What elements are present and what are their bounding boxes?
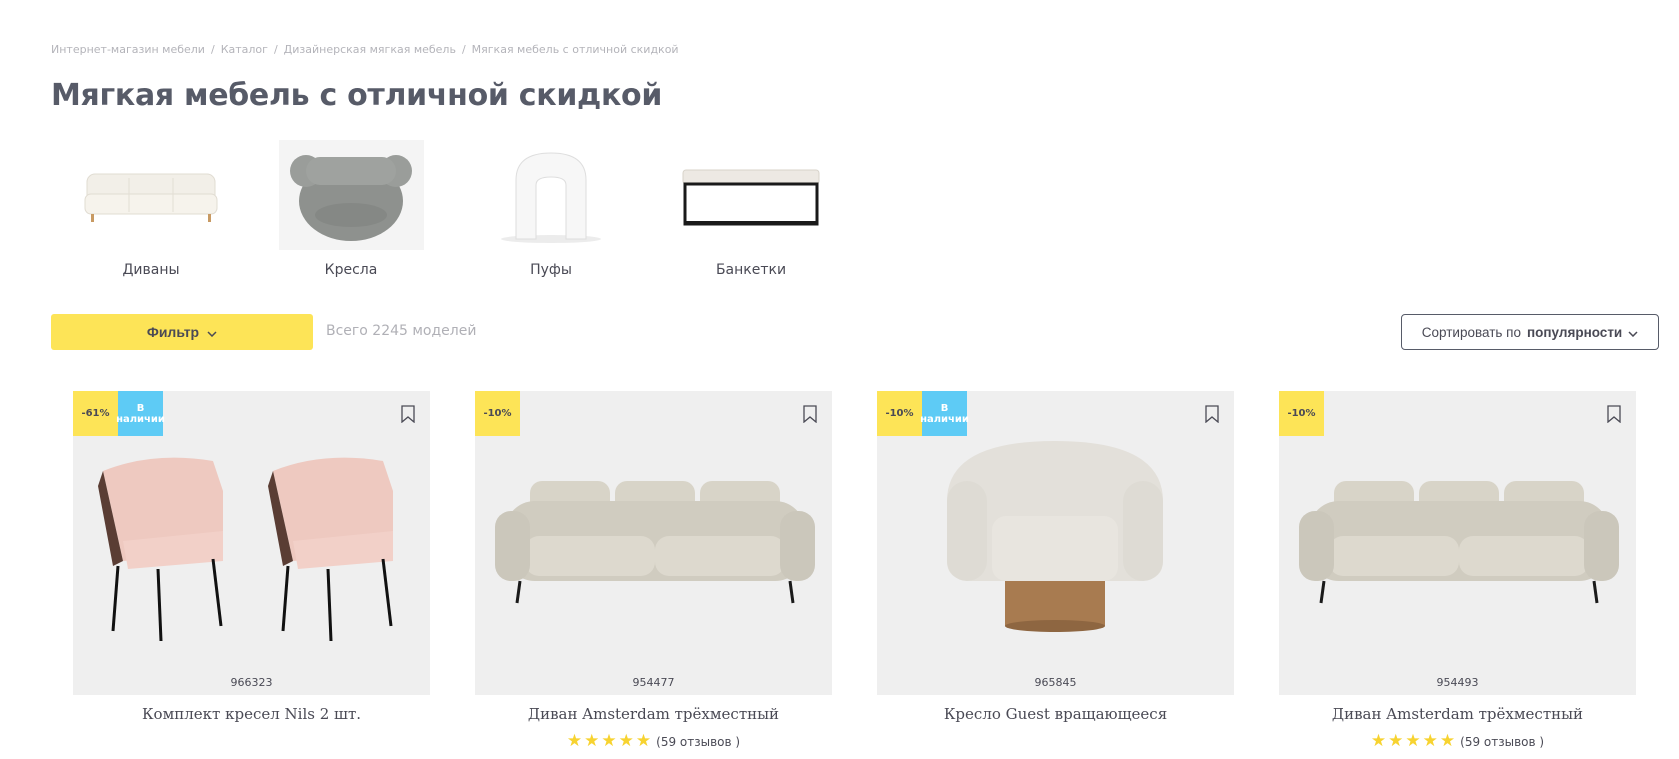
- sort-value: популярности: [1527, 324, 1623, 340]
- category-sofas[interactable]: Диваны: [51, 140, 251, 278]
- badge-group: -10%: [475, 391, 520, 436]
- product-title[interactable]: Диван Amsterdam трёхместный: [475, 705, 832, 723]
- breadcrumb: Интернет-магазин мебели / Каталог / Диза…: [51, 43, 679, 56]
- product-rating[interactable]: ★ ★ ★ ★ ★ (59 отзывов ): [1279, 733, 1636, 750]
- swivel-armchair-image: [947, 441, 1163, 632]
- category-poufs[interactable]: Пуфы: [451, 140, 651, 278]
- in-stock-badge: В наличии: [920, 391, 969, 436]
- filter-button-label: Фильтр: [146, 324, 200, 340]
- armchair-pair-image: [98, 457, 393, 642]
- sofa-thumbnail: [79, 140, 224, 250]
- sofa-image: [495, 481, 815, 604]
- product-card[interactable]: -10% В наличии 965845 Кресло Guest враща…: [877, 391, 1234, 750]
- product-sku: 954477: [632, 676, 675, 689]
- product-image[interactable]: -10% 954477: [475, 391, 832, 695]
- product-image[interactable]: -61% В наличии 966323: [73, 391, 430, 695]
- chevron-down-icon: [207, 324, 217, 340]
- breadcrumb-item-catalog[interactable]: Каталог: [221, 43, 268, 56]
- breadcrumb-separator: /: [210, 43, 215, 56]
- bookmark-icon[interactable]: [1204, 405, 1220, 427]
- review-count[interactable]: (59 отзывов ): [656, 735, 740, 749]
- badge-group: -61% В наличии: [73, 391, 165, 436]
- in-stock-badge: В наличии: [116, 391, 165, 436]
- armchair-thumbnail: [278, 140, 424, 250]
- discount-badge: -10%: [877, 391, 922, 436]
- product-card[interactable]: -10% 954493 Диван Amsterdam трёхместный …: [1279, 391, 1636, 750]
- badge-group: -10%: [1279, 391, 1324, 436]
- product-title[interactable]: Диван Amsterdam трёхместный: [1279, 705, 1636, 723]
- star-icon: ★: [1405, 731, 1421, 751]
- breadcrumb-item-designer-furniture[interactable]: Дизайнерская мягкая мебель: [284, 43, 456, 56]
- breadcrumb-item-home[interactable]: Интернет-магазин мебели: [51, 43, 205, 56]
- star-icon: ★: [584, 731, 600, 751]
- discount-badge: -10%: [1279, 391, 1324, 436]
- category-label: Кресла: [324, 262, 378, 278]
- product-sku: 954493: [1436, 676, 1479, 689]
- product-rating[interactable]: ★ ★ ★ ★ ★ (59 отзывов ): [475, 733, 832, 750]
- sofa-image: [1299, 481, 1619, 604]
- product-card[interactable]: -61% В наличии 966323 Комплект кресел Ni…: [73, 391, 430, 750]
- product-title[interactable]: Кресло Guest вращающееся: [877, 705, 1234, 723]
- badge-group: -10% В наличии: [877, 391, 969, 436]
- product-sku: 966323: [230, 676, 273, 689]
- star-icon: ★: [1370, 731, 1387, 751]
- discount-badge: -61%: [73, 391, 118, 436]
- product-title[interactable]: Комплект кресел Nils 2 шт.: [73, 705, 430, 723]
- chevron-down-icon: [1628, 325, 1638, 340]
- star-icon: ★: [1439, 731, 1456, 751]
- breadcrumb-item-current: Мягкая мебель с отличной скидкой: [471, 43, 679, 56]
- star-icon: ★: [1388, 731, 1404, 751]
- sort-dropdown[interactable]: Сортировать по популярности: [1401, 314, 1659, 350]
- star-icon: ★: [1422, 731, 1438, 751]
- total-count: Всего 2245 моделей: [326, 323, 477, 339]
- category-label: Банкетки: [715, 262, 787, 278]
- discount-badge: -10%: [475, 391, 520, 436]
- bench-thumbnail: [679, 140, 824, 250]
- breadcrumb-separator: /: [273, 43, 278, 56]
- product-sku: 965845: [1034, 676, 1077, 689]
- bookmark-icon[interactable]: [400, 405, 416, 427]
- star-icon: ★: [566, 731, 583, 751]
- star-icon: ★: [601, 731, 617, 751]
- breadcrumb-separator: /: [461, 43, 466, 56]
- sort-prefix: Сортировать по: [1421, 324, 1521, 340]
- star-icon: ★: [618, 731, 634, 751]
- product-grid: -61% В наличии 966323 Комплект кресел Ni…: [73, 391, 1636, 750]
- pouf-thumbnail: [479, 140, 624, 250]
- filter-button[interactable]: Фильтр: [51, 314, 313, 350]
- bookmark-icon[interactable]: [1606, 405, 1622, 427]
- category-benches[interactable]: Банкетки: [651, 140, 851, 278]
- product-image[interactable]: -10% 954493: [1279, 391, 1636, 695]
- category-armchairs[interactable]: Кресла: [251, 140, 451, 278]
- category-label: Диваны: [122, 262, 180, 278]
- category-strip: Диваны Кресла Пуфы Банкетки: [51, 140, 851, 278]
- bookmark-icon[interactable]: [802, 405, 818, 427]
- review-count[interactable]: (59 отзывов ): [1460, 735, 1544, 749]
- product-image[interactable]: -10% В наличии 965845: [877, 391, 1234, 695]
- product-card[interactable]: -10% 954477 Диван Amsterdam трёхместный …: [475, 391, 832, 750]
- page-title: Мягкая мебель с отличной скидкой: [51, 78, 663, 113]
- category-label: Пуфы: [530, 262, 572, 278]
- star-icon: ★: [635, 731, 652, 751]
